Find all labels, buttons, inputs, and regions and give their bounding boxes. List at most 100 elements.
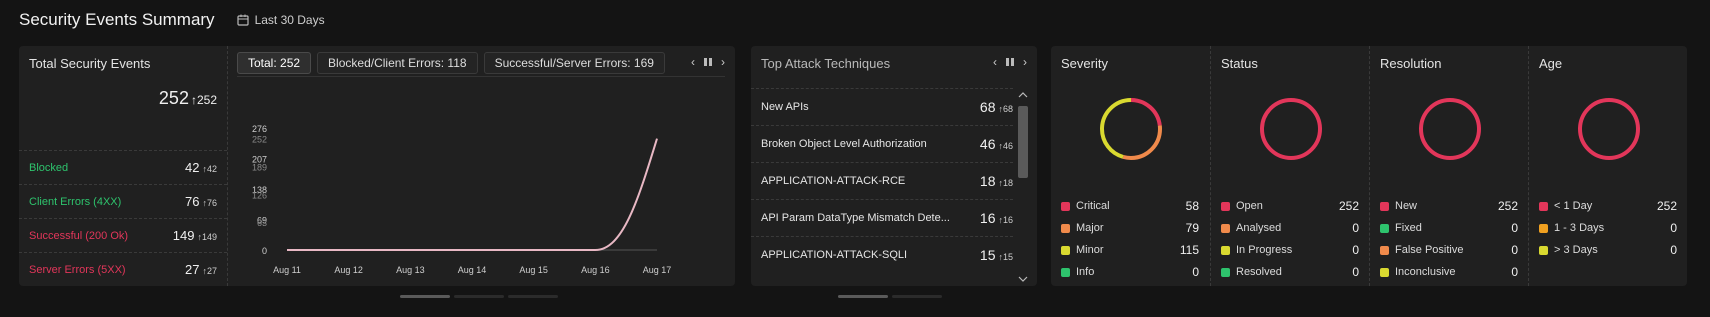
legend-swatch [1380,267,1389,277]
legend-item[interactable]: Open 252 [1221,195,1359,217]
donut-segment[interactable] [1419,98,1481,160]
legend-item[interactable]: Analysed 0 [1221,217,1359,239]
legend-item[interactable]: Fixed 0 [1380,217,1518,239]
legend-label-group: False Positive [1380,244,1463,256]
legend-label: Resolved [1236,266,1282,278]
donut-chart [1578,98,1640,160]
legend-item[interactable]: False Positive 0 [1380,239,1518,261]
legend-value: 115 [1179,243,1199,257]
event-row-delta-value: 42 [206,164,217,174]
attack-technique-delta-value: 15 [1002,252,1013,262]
attack-technique-name: API Param DataType Mismatch Dete... [761,212,950,224]
chart-pager: ‹ › [691,55,725,69]
legend-item[interactable]: Minor 115 [1061,239,1199,261]
legend-label-group: Info [1061,266,1094,278]
legend-swatch [1221,245,1230,255]
legend-label: < 1 Day [1554,200,1593,212]
date-range-label: Last 30 Days [254,13,325,27]
total-value: 252 [158,88,189,108]
attack-technique-row[interactable]: APPLICATION-ATTACK-RCE 18 ↑18 [751,162,1013,199]
attack-list-scrollbar[interactable] [1017,90,1029,284]
chevron-right-icon[interactable]: › [1023,55,1027,69]
chevron-left-icon[interactable]: ‹ [691,55,695,69]
attack-technique-row[interactable]: APPLICATION-ATTACK-SQLI 15 ↑15 [751,236,1013,273]
legend-item[interactable]: < 1 Day 252 [1539,195,1677,217]
legend-label-group: New [1380,200,1417,212]
legend-item[interactable]: In Progress 0 [1221,239,1359,261]
x-tick-label: Aug 14 [458,265,487,275]
legend-value: 0 [1352,221,1359,235]
chevron-left-icon[interactable]: ‹ [993,55,997,69]
pause-icon[interactable] [703,57,713,67]
carousel-dot[interactable] [508,295,558,298]
legend-label: Major [1076,222,1104,234]
attack-technique-value-group: 68 ↑68 [980,99,1013,115]
donut-segment[interactable] [1260,98,1322,160]
legend-swatch [1539,201,1548,211]
scroll-thumb[interactable] [1018,106,1028,178]
legend-label: Minor [1076,244,1104,256]
scroll-down-icon[interactable] [1017,274,1029,284]
attack-technique-row[interactable]: API Param DataType Mismatch Dete... 16 ↑16 [751,199,1013,236]
donut-segment[interactable] [1578,98,1640,160]
chevron-right-icon[interactable]: › [721,55,725,69]
event-row-delta-value: 149 [201,232,217,242]
attack-technique-name: APPLICATION-ATTACK-RCE [761,175,906,187]
chart-tab[interactable]: Total: 252 [237,52,312,74]
legend-item[interactable]: Critical 58 [1061,195,1199,217]
chart-tab[interactable]: Successful/Server Errors: 169 [483,52,665,74]
legend-item[interactable]: > 3 Days 0 [1539,239,1677,261]
stat-title: Resolution [1380,56,1442,71]
legend-item[interactable]: Major 79 [1061,217,1199,239]
tab-divider [237,76,725,77]
y-tick-label-overlay: 63 [257,218,267,228]
event-row[interactable]: Client Errors (4XX) 76 ↑76 [19,184,227,218]
legend-label-group: Open [1221,200,1263,212]
event-row-value-group: 149 ↑149 [173,228,217,243]
stat-severity-panel: Severity Critical 58 Major 79 Minor 115 Info 0 [1051,46,1209,286]
stat-title: Severity [1061,56,1108,71]
legend-swatch [1061,223,1070,233]
y-tick-label-overlay: 252 [252,135,267,145]
legend-label-group: In Progress [1221,244,1292,256]
donut-chart [1100,98,1162,160]
total-delta: ↑252 [190,93,217,107]
legend-item[interactable]: Info 0 [1061,261,1199,283]
event-row-label: Client Errors (4XX) [29,195,122,208]
carousel-dot[interactable] [454,295,504,298]
legend-item[interactable]: New 252 [1380,195,1518,217]
chart-tab[interactable]: Blocked/Client Errors: 118 [317,52,478,74]
y-tick-label: 276 [252,124,267,134]
carousel-dot[interactable] [892,295,942,298]
donut-chart [1419,98,1481,160]
legend-label-group: < 1 Day [1539,200,1592,212]
legend-swatch [1221,223,1230,233]
event-row[interactable]: Successful (200 Ok) 149 ↑149 [19,218,227,252]
legend-swatch [1221,201,1230,211]
legend-item[interactable]: Inconclusive 0 [1380,261,1518,283]
pause-icon[interactable] [1005,57,1015,67]
date-range-picker[interactable]: Last 30 Days [236,13,325,27]
event-row-label: Successful (200 Ok) [29,229,129,242]
event-row[interactable]: Server Errors (5XX) 27 ↑27 [19,252,227,286]
scroll-up-icon[interactable] [1017,90,1029,100]
x-tick-label: Aug 13 [396,265,425,275]
event-row[interactable]: Blocked 42 ↑42 [19,150,227,184]
legend-item[interactable]: 1 - 3 Days 0 [1539,217,1677,239]
attack-technique-count: 46 [979,136,996,152]
carousel-dot[interactable] [838,295,888,298]
event-row-delta-value: 76 [206,198,217,208]
attack-technique-name: Broken Object Level Authorization [761,138,927,150]
carousel-dot[interactable] [400,295,450,298]
attack-techniques-card: Top Attack Techniques ‹ › New APIs 68 ↑68 B… [751,46,1037,286]
attack-technique-row[interactable]: New APIs 68 ↑68 [751,88,1013,125]
series-line [287,138,658,251]
attack-technique-delta-value: 18 [1002,178,1013,188]
total-events-card: Total Security Events 252 ↑252 Blocked 42 ↑… [19,46,735,286]
attack-technique-row[interactable]: Broken Object Level Authorization 46 ↑46 [751,125,1013,162]
legend-label: Info [1076,266,1095,278]
y-tick-label: 0 [262,246,267,256]
event-row-value: 76 [185,194,200,209]
event-breakdown-list: Blocked 42 ↑42 Client Errors (4XX) 76 ↑76 Succ… [19,150,227,286]
legend-item[interactable]: Resolved 0 [1221,261,1359,283]
